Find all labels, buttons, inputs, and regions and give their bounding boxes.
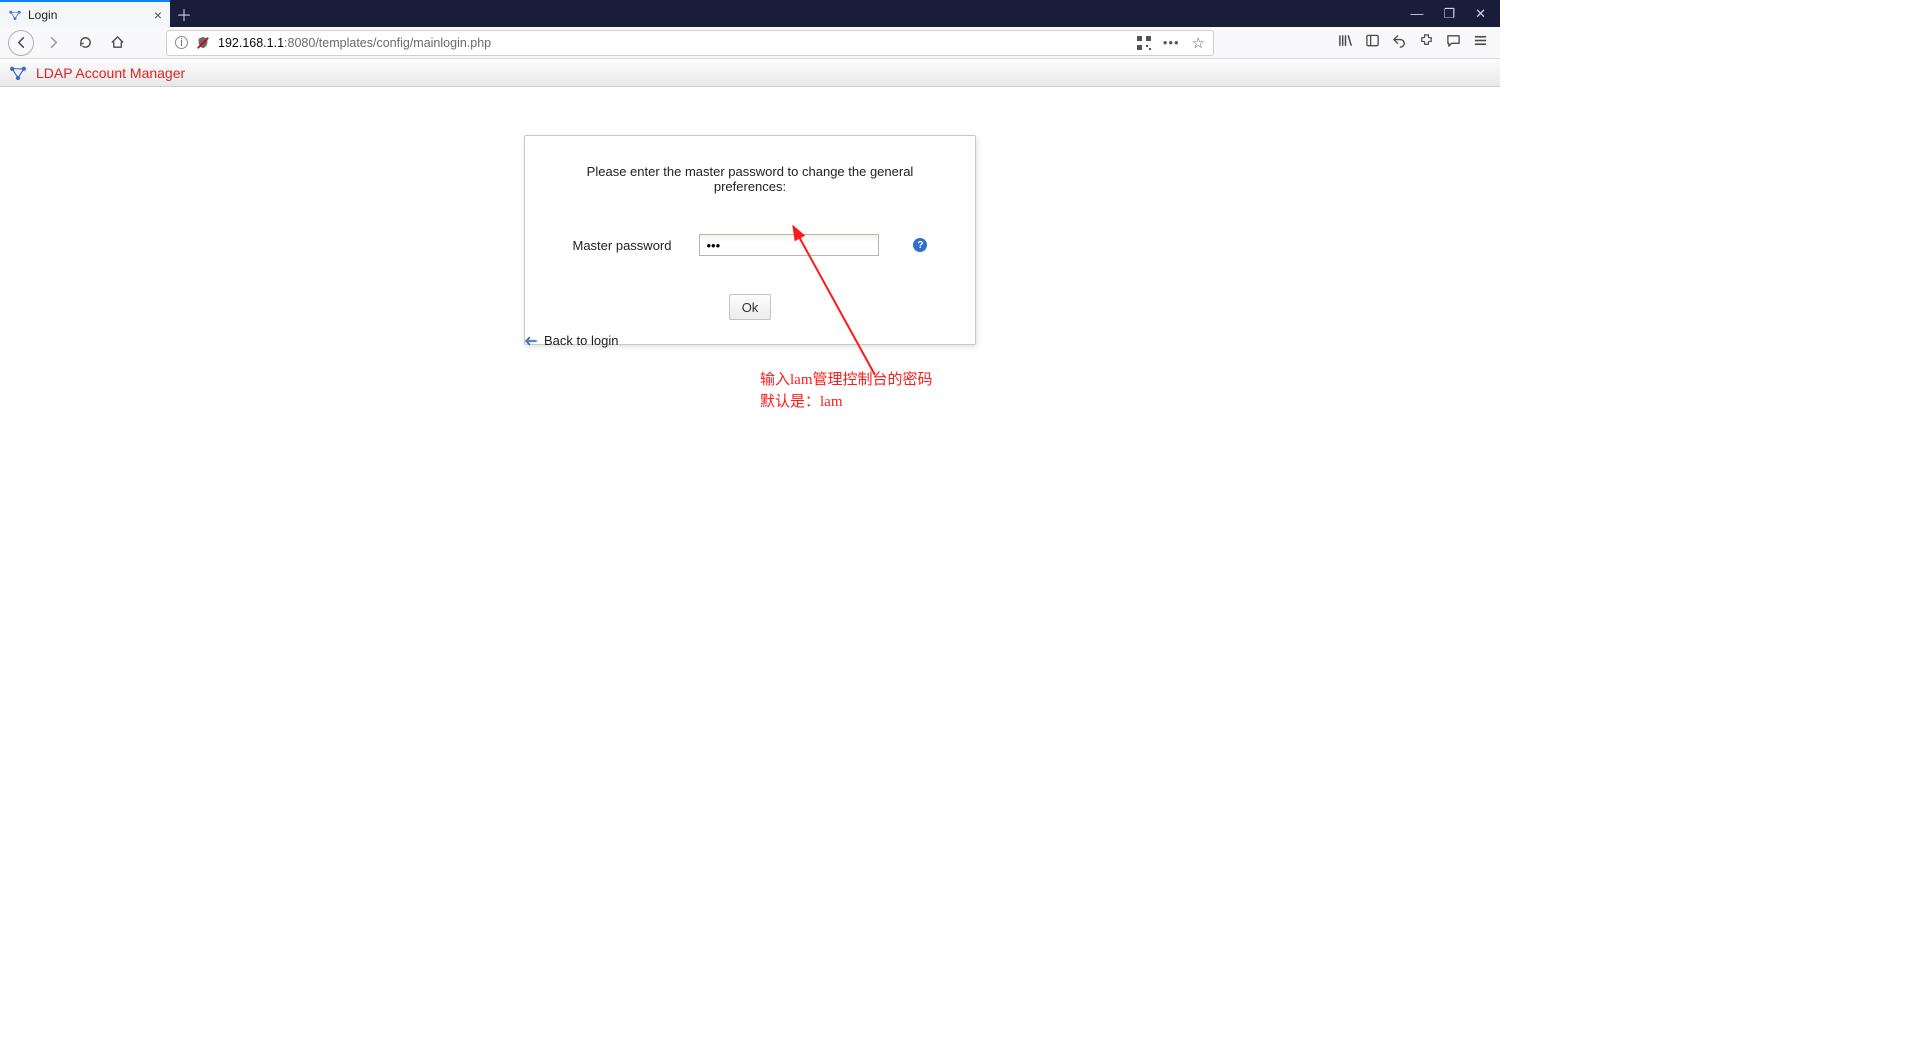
- app-menu-icon[interactable]: [1473, 33, 1488, 52]
- back-arrow-icon: [524, 336, 538, 346]
- undo-icon[interactable]: [1392, 33, 1407, 52]
- tracking-protection-off-icon[interactable]: [196, 36, 210, 50]
- browser-tab[interactable]: Login ×: [0, 0, 170, 27]
- page-actions-icon[interactable]: •••: [1163, 35, 1180, 50]
- qr-icon[interactable]: [1137, 36, 1151, 50]
- help-icon[interactable]: ?: [913, 238, 927, 252]
- window-controls: — ❐ ✕: [1410, 0, 1500, 27]
- address-bar[interactable]: i 192.168.1.1:8080/templates/config/main…: [166, 30, 1214, 56]
- login-prompt: Please enter the master password to chan…: [549, 164, 951, 194]
- library-icon[interactable]: [1338, 33, 1353, 52]
- new-tab-button[interactable]: ＋: [170, 0, 198, 27]
- tab-title: Login: [28, 8, 57, 22]
- nav-reload-button[interactable]: [72, 30, 98, 56]
- back-to-login-label: Back to login: [544, 333, 618, 348]
- app-header: LDAP Account Manager: [0, 59, 1500, 87]
- password-label: Master password: [573, 238, 672, 253]
- app-logo-icon: [8, 64, 28, 82]
- window-minimize-icon[interactable]: —: [1410, 6, 1423, 21]
- window-maximize-icon[interactable]: ❐: [1443, 6, 1455, 22]
- chat-icon[interactable]: [1446, 33, 1461, 52]
- back-to-login-link[interactable]: Back to login: [524, 333, 618, 348]
- login-card: Please enter the master password to chan…: [524, 135, 976, 345]
- window-close-icon[interactable]: ✕: [1475, 6, 1486, 22]
- site-info-icon[interactable]: i: [175, 36, 188, 49]
- ok-button[interactable]: Ok: [729, 294, 772, 320]
- nav-forward-button[interactable]: [40, 30, 66, 56]
- tab-favicon-icon: [8, 8, 22, 22]
- annotation-text: 输入lam管理控制台的密码 默认是：lam: [760, 369, 933, 413]
- url-host: 192.168.1.1: [218, 36, 284, 50]
- nav-home-button[interactable]: [104, 30, 130, 56]
- url-path: :8080/templates/config/mainlogin.php: [284, 36, 491, 50]
- nav-back-button[interactable]: [8, 30, 34, 56]
- sidebar-toggle-icon[interactable]: [1365, 33, 1380, 52]
- extension-icon[interactable]: [1419, 33, 1434, 52]
- url-text: 192.168.1.1:8080/templates/config/mainlo…: [218, 36, 491, 50]
- browser-navbar: i 192.168.1.1:8080/templates/config/main…: [0, 27, 1500, 59]
- app-title: LDAP Account Manager: [36, 65, 185, 81]
- tab-close-icon[interactable]: ×: [154, 7, 162, 23]
- browser-tabstrip: Login × ＋ — ❐ ✕: [0, 0, 1500, 27]
- bookmark-star-icon[interactable]: ☆: [1192, 34, 1205, 52]
- master-password-input[interactable]: [699, 234, 879, 256]
- page-content: Please enter the master password to chan…: [0, 87, 1500, 812]
